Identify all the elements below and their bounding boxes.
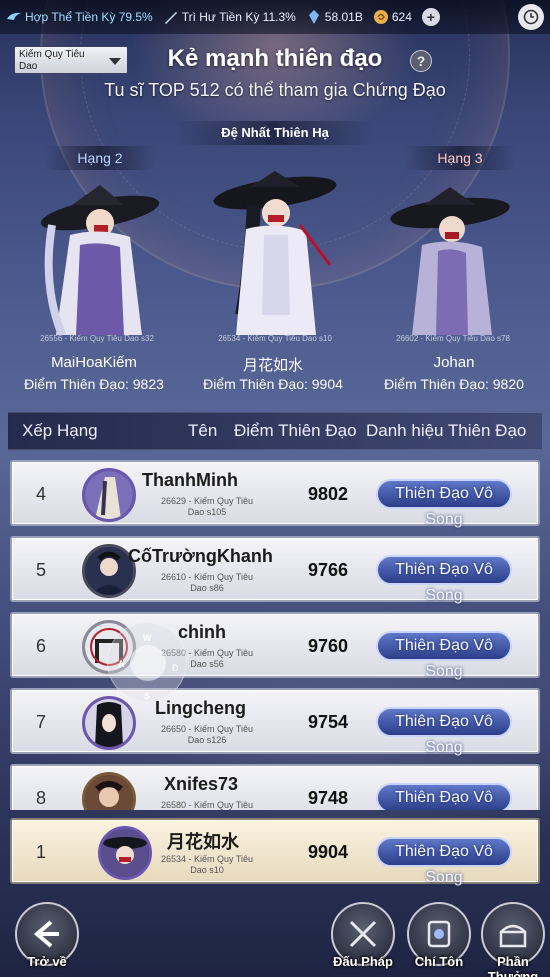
row-server: 26534 - Kiếm Quy Tiêu Dao s10 bbox=[160, 854, 254, 875]
row-title-badge: Thiên Đạo Vô Song bbox=[376, 479, 512, 528]
row-score: 9766 bbox=[308, 560, 349, 580]
row-rank: 6 bbox=[36, 636, 47, 656]
cultivator-portrait bbox=[390, 187, 510, 335]
spirit-stone-stat: 58.01B bbox=[306, 9, 363, 25]
sword-icon bbox=[164, 12, 177, 24]
spirit-stone-text: 58.01B bbox=[324, 10, 363, 24]
row-score: 9748 bbox=[308, 788, 349, 808]
joystick-knob[interactable] bbox=[130, 645, 166, 681]
row-server: 26610 - Kiếm Quy Tiêu Dao s86 bbox=[160, 572, 254, 593]
key-a-label: A bbox=[118, 659, 125, 669]
cultivation-text: Trì Hư Tiền Kỳ 11.3% bbox=[181, 10, 296, 24]
podium-first-character[interactable]: 26534 - Kiếm Quy Tiêu Dao s10 bbox=[190, 165, 360, 345]
second-place-score: Điểm Thiên Đạo: 9823 bbox=[24, 376, 164, 392]
row-rank: 1 bbox=[36, 842, 47, 862]
avatar[interactable] bbox=[82, 772, 136, 810]
ranking-row[interactable]: 4 ThanhMinh 26629 - Kiếm Quy Tiêu Dao s1… bbox=[10, 460, 540, 528]
back-button[interactable]: Trở về bbox=[12, 902, 82, 977]
plus-icon[interactable]: + bbox=[421, 8, 440, 26]
status-bar: Hợp Thể Tiền Kỳ 79.5% Trì Hư Tiền Kỳ 11.… bbox=[0, 0, 550, 34]
podium-server-tag: 26534 - Kiếm Quy Tiêu Dao s10 bbox=[218, 334, 332, 343]
row-title-badge: Thiên Đạo Vô Song bbox=[376, 707, 512, 756]
currency-stat: 624 bbox=[373, 9, 412, 25]
my-rank-row[interactable]: 1 月花如水 26534 - Kiếm Quy Tiêu Dao s10 990… bbox=[10, 818, 540, 886]
help-icon[interactable]: ? bbox=[410, 50, 432, 72]
podium-server-tag: 26556 - Kiếm Quy Tiêu Dao s32 bbox=[40, 334, 154, 343]
row-title-badge: Thiên Đạo Vô Song bbox=[376, 783, 512, 810]
ranking-row[interactable]: 6 chinh 26580 - Kiếm Quy Tiêu Dao s56 97… bbox=[10, 612, 540, 680]
podium-third-character[interactable]: 26602 - Kiếm Quy Tiêu Dao s78 bbox=[368, 165, 538, 345]
column-score: Điểm Thiên Đạo bbox=[234, 421, 357, 440]
row-server: 26629 - Kiếm Quy Tiêu Dao s105 bbox=[160, 496, 254, 517]
row-score: 9760 bbox=[308, 636, 349, 656]
first-place-score: Điểm Thiên Đạo: 9904 bbox=[203, 376, 343, 392]
realm-text: Hợp Thể Tiền Kỳ 79.5% bbox=[25, 10, 153, 24]
duel-button[interactable]: Đấu Pháp bbox=[328, 902, 398, 977]
ranking-row[interactable]: 7 Lingcheng 26650 - Kiếm Quy Tiêu Dao s1… bbox=[10, 688, 540, 756]
reward-label: Phần Thưởng bbox=[487, 954, 539, 977]
third-place-name: Johan bbox=[433, 354, 475, 371]
podium-second-character[interactable]: 26556 - Kiếm Quy Tiêu Dao s32 bbox=[12, 165, 182, 345]
reward-button[interactable]: Phần Thưởng bbox=[478, 902, 548, 977]
back-label: Trở về bbox=[27, 954, 67, 969]
key-w-label: W bbox=[143, 633, 152, 643]
page-subtitle: Tu sĩ TOP 512 có thể tham gia Chứng Đạo bbox=[104, 80, 446, 100]
key-d-label: D bbox=[172, 663, 179, 673]
row-rank: 4 bbox=[36, 484, 47, 504]
first-place-name: 月花如水 bbox=[242, 357, 303, 374]
cultivator-portrait bbox=[213, 171, 337, 335]
ranking-list[interactable]: 4 ThanhMinh 26629 - Kiếm Quy Tiêu Dao s1… bbox=[10, 460, 540, 810]
first-place-banner: Đệ Nhất Thiên Hạ bbox=[175, 121, 375, 145]
second-place-name: MaiHoaKiếm bbox=[51, 354, 137, 371]
avatar[interactable] bbox=[82, 468, 136, 522]
cultivation-stat: Trì Hư Tiền Kỳ 11.3% bbox=[163, 9, 296, 25]
row-player-name: CốTrườngKhanh bbox=[128, 546, 273, 566]
wings-icon bbox=[7, 12, 21, 20]
row-score: 9904 bbox=[308, 842, 349, 862]
row-title-badge: Thiên Đạo Vô Song bbox=[376, 555, 512, 604]
row-player-name: Lingcheng bbox=[155, 698, 246, 718]
cultivator-portrait bbox=[40, 185, 160, 335]
supreme-button[interactable]: Chí Tôn bbox=[404, 902, 474, 977]
avatar[interactable] bbox=[82, 696, 136, 750]
page-title: Kẻ mạnh thiên đạo bbox=[167, 45, 383, 72]
row-rank: 7 bbox=[36, 712, 47, 732]
ranking-row[interactable]: 8 Xnifes73 26580 - Kiếm Quy Tiêu Dao s56… bbox=[10, 764, 540, 810]
row-title-badge: Thiên Đạo Vô Song bbox=[376, 631, 512, 680]
column-rank: Xếp Hạng bbox=[22, 421, 98, 440]
currency-text: 624 bbox=[391, 10, 412, 24]
key-s-label: S bbox=[144, 691, 151, 701]
ranking-row[interactable]: 5 CốTrườngKhanh 26610 - Kiếm Quy Tiêu Da… bbox=[10, 536, 540, 604]
column-title: Danh hiệu Thiên Đạo bbox=[366, 421, 527, 440]
virtual-joystick[interactable]: W A D S bbox=[107, 622, 187, 702]
row-title-badge: Thiên Đạo Vô Song bbox=[376, 837, 512, 886]
row-rank: 5 bbox=[36, 560, 47, 580]
row-rank: 8 bbox=[36, 788, 47, 808]
column-name: Tên bbox=[188, 421, 218, 440]
row-server: 26650 - Kiếm Quy Tiêu Dao s126 bbox=[160, 724, 254, 745]
row-score: 9802 bbox=[308, 484, 349, 504]
row-score: 9754 bbox=[308, 712, 349, 732]
row-player-name: ThanhMinh bbox=[142, 470, 238, 490]
realm-stat: Hợp Thể Tiền Kỳ 79.5% bbox=[6, 9, 153, 25]
crystal-icon bbox=[308, 10, 319, 24]
podium-server-tag: 26602 - Kiếm Quy Tiêu Dao s78 bbox=[396, 334, 510, 343]
supreme-label: Chí Tôn bbox=[414, 954, 464, 969]
avatar[interactable] bbox=[98, 826, 152, 880]
coin-swirl-icon bbox=[373, 10, 388, 24]
duel-label: Đấu Pháp bbox=[333, 954, 393, 969]
ranking-table-header: Xếp Hạng Tên Điểm Thiên Đạo Danh hiệu Th… bbox=[8, 412, 542, 450]
row-server: 26580 - Kiếm Quy Tiêu Dao s56 bbox=[160, 800, 254, 810]
third-place-score: Điểm Thiên Đạo: 9820 bbox=[384, 376, 524, 392]
clock-icon[interactable] bbox=[518, 4, 544, 30]
